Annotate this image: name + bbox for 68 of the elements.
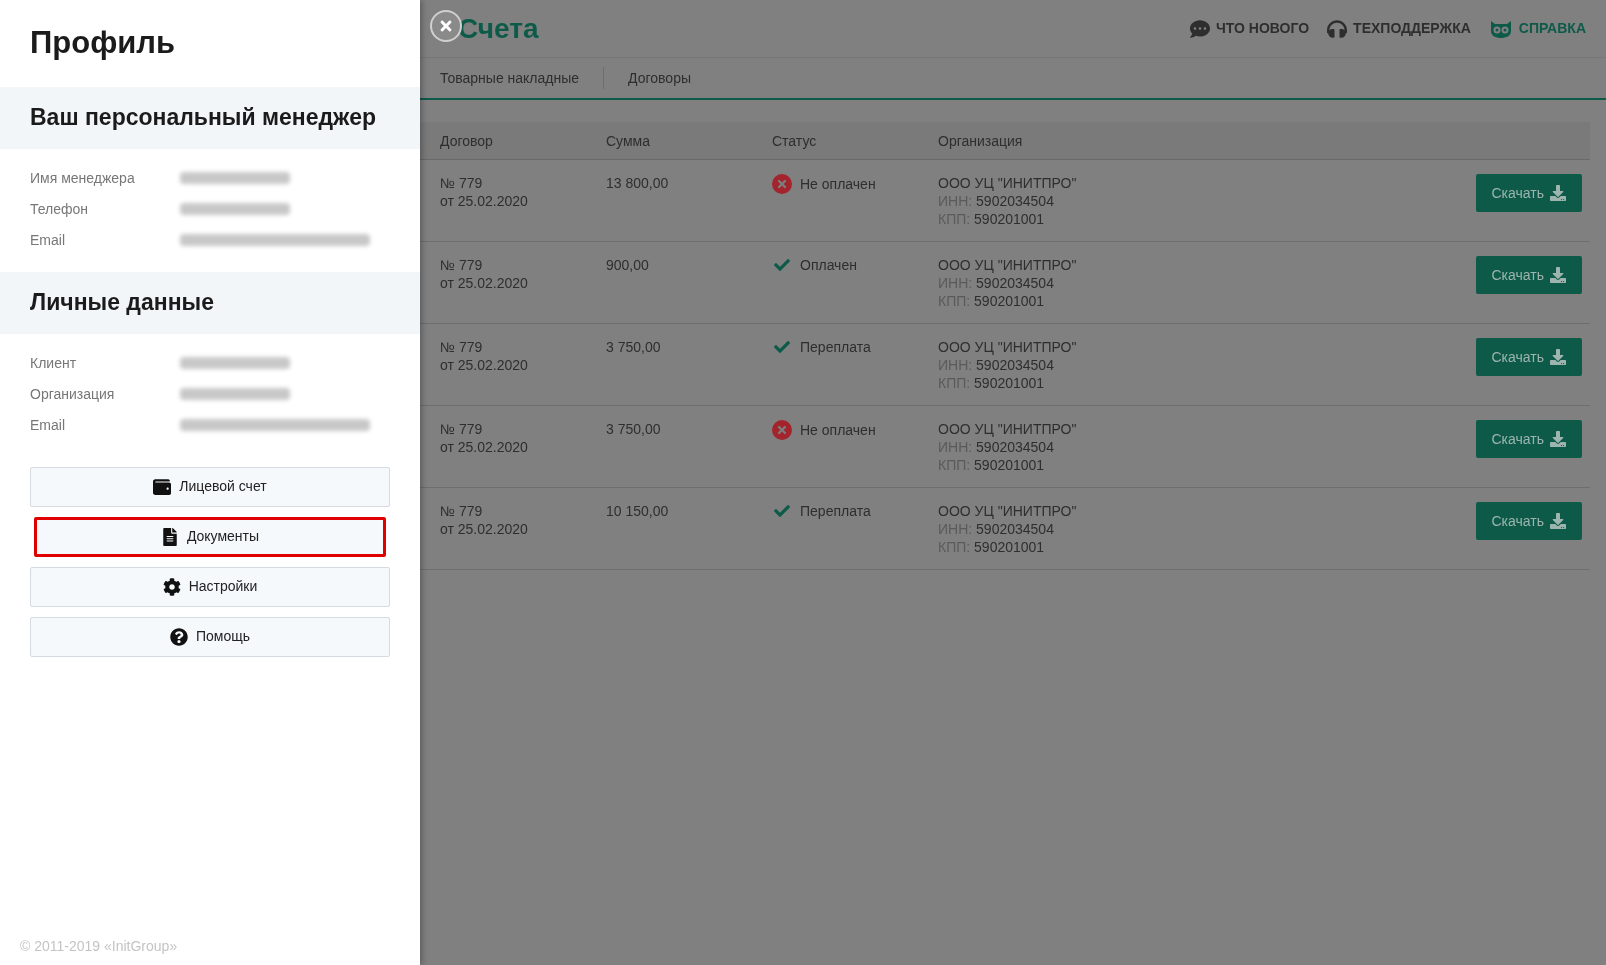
menu-button[interactable]: Документы [34, 516, 386, 557]
sum-cell: 3 750,00 [606, 339, 661, 355]
download-button[interactable]: Скачать [1475, 502, 1582, 540]
field-label: Email [30, 230, 66, 250]
field-label: Email [30, 415, 66, 435]
download-button[interactable]: Скачать [1475, 338, 1582, 376]
field-label: Организация [30, 384, 116, 404]
organization-name: ООО УЦ "ИНИТПРО" [938, 256, 1078, 274]
sum-cell: 13 800,00 [606, 175, 669, 191]
help-icon [169, 627, 188, 646]
sum-cell: 3 750,00 [606, 421, 661, 437]
download-icon [1550, 513, 1566, 529]
column-header: Организация [938, 132, 1023, 149]
download-icon [1550, 431, 1566, 447]
status-text: Не оплачен [800, 175, 876, 193]
menu-button[interactable]: Помощь [30, 616, 390, 657]
tab[interactable]: Договоры [628, 67, 691, 89]
close-icon [438, 18, 454, 34]
contract-number: № 779 [440, 338, 484, 356]
header-link[interactable]: ТЕХПОДДЕРЖКА [1327, 18, 1471, 39]
contract-number: № 779 [440, 420, 484, 438]
download-icon [1550, 349, 1566, 365]
headphones-icon [1327, 18, 1348, 39]
organization-name: ООО УЦ "ИНИТПРО" [938, 174, 1078, 192]
section-title: Личные данные [30, 288, 214, 318]
field-label: Клиент [30, 353, 78, 373]
contract-date: от 25.02.2020 [440, 356, 529, 374]
status-text: Оплачен [800, 256, 857, 274]
column-header: Сумма [606, 132, 650, 149]
status-text: Не оплачен [800, 421, 876, 439]
download-button[interactable]: Скачать [1475, 256, 1582, 294]
contract-number: № 779 [440, 502, 484, 520]
contract-number: № 779 [440, 256, 484, 274]
field-label: Имя менеджера [30, 168, 136, 188]
contract-date: от 25.02.2020 [440, 438, 529, 456]
status-text: Переплата [800, 338, 871, 356]
sum-cell: 10 150,00 [606, 503, 669, 519]
download-button[interactable]: Скачать [1475, 174, 1582, 212]
header-link[interactable]: ЧТО НОВОГО [1189, 18, 1310, 39]
page-title: Счета [458, 11, 539, 46]
wallet-icon [153, 477, 172, 496]
organization-name: ООО УЦ "ИНИТПРО" [938, 338, 1078, 356]
speech-bubble-icon [1189, 18, 1210, 39]
copyright-text: © 2011-2019 «InitGroup» [19, 937, 179, 956]
gear-icon [162, 577, 181, 596]
column-header: Статус [772, 132, 817, 149]
menu-button[interactable]: Лицевой счет [30, 466, 390, 507]
section-title: Ваш персональный менеджер [30, 103, 376, 133]
contract-date: от 25.02.2020 [440, 274, 529, 292]
download-icon [1550, 185, 1566, 201]
download-icon [1550, 267, 1566, 283]
organization-name: ООО УЦ "ИНИТПРО" [938, 502, 1078, 520]
field-label: Телефон [30, 199, 90, 219]
contract-date: от 25.02.2020 [440, 520, 529, 538]
tab[interactable]: Товарные накладные [440, 67, 580, 89]
contract-number: № 779 [440, 174, 484, 192]
close-button[interactable] [430, 10, 462, 42]
header-link[interactable]: СПРАВКА [1488, 18, 1586, 39]
contract-date: от 25.02.2020 [440, 192, 529, 210]
menu-button[interactable]: Настройки [30, 566, 390, 607]
status-text: Переплата [800, 502, 871, 520]
owl-icon [1488, 18, 1513, 39]
drawer-title: Профиль [29, 24, 177, 62]
document-icon [160, 527, 179, 546]
sum-cell: 900,00 [606, 257, 649, 273]
column-header: Договор [440, 132, 493, 149]
organization-name: ООО УЦ "ИНИТПРО" [938, 420, 1078, 438]
download-button[interactable]: Скачать [1475, 420, 1582, 458]
